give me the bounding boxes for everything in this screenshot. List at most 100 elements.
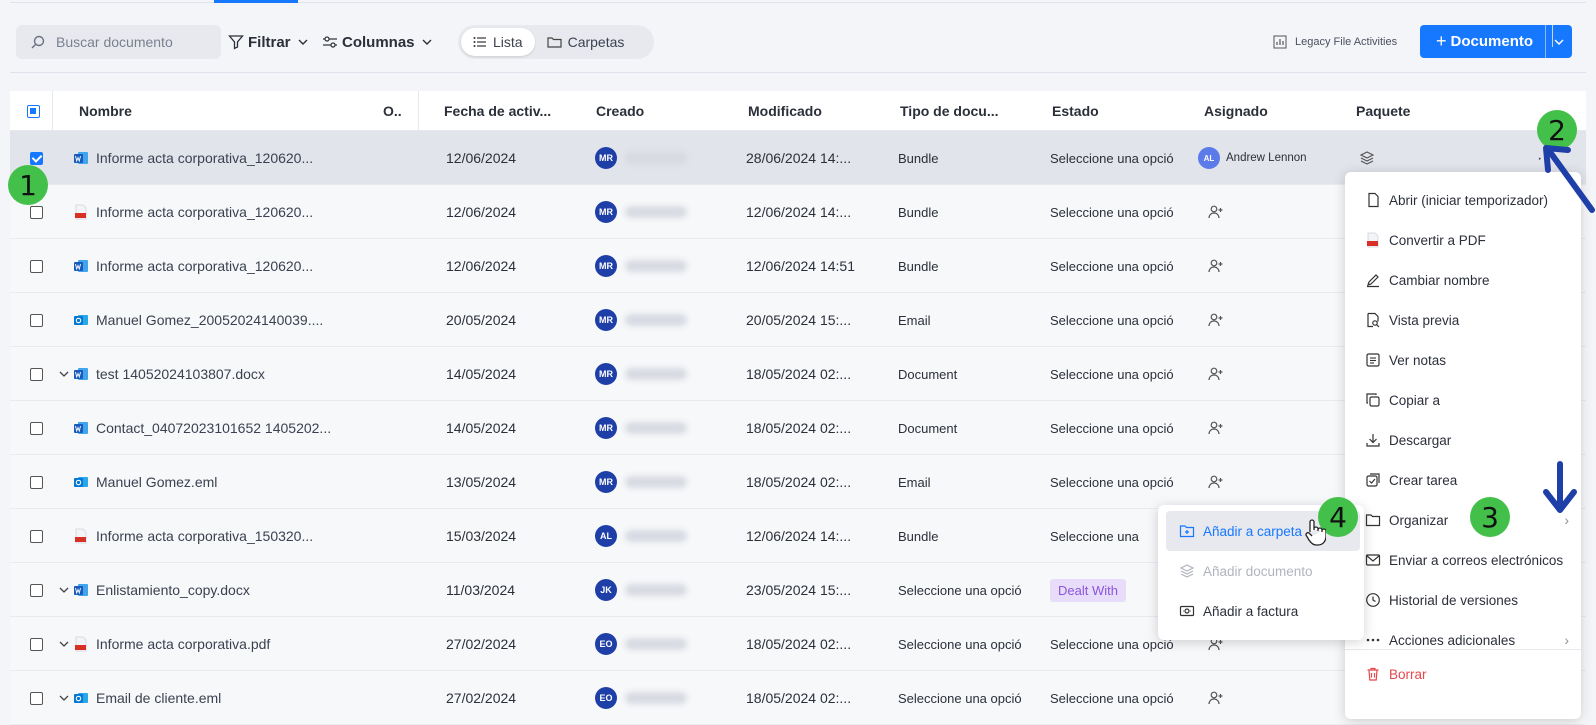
name-cell[interactable]: Informe acta corporativa_150320... — [72, 509, 313, 563]
select-all-checkbox[interactable] — [27, 91, 40, 131]
assign-user-icon[interactable] — [1208, 204, 1224, 220]
menu-item-label: Cambiar nombre — [1389, 272, 1490, 288]
context-menu-item[interactable]: Vista previa — [1345, 300, 1581, 340]
assign-cell[interactable] — [1208, 293, 1224, 347]
row-checkbox[interactable] — [30, 239, 43, 293]
menu-item-label: Copiar a — [1389, 392, 1441, 408]
assign-cell[interactable] — [1208, 455, 1224, 509]
row-checkbox[interactable] — [30, 671, 43, 725]
assign-user-icon[interactable] — [1208, 312, 1224, 328]
status-select[interactable]: Seleccione una opció — [1050, 239, 1174, 293]
context-menu-item[interactable]: Historial de versiones — [1345, 580, 1581, 620]
header-created[interactable]: Creado — [596, 91, 644, 131]
status-select[interactable]: Seleccione una opció — [1050, 347, 1174, 401]
header-name[interactable]: Nombre — [79, 91, 132, 131]
header-assigned[interactable]: Asignado — [1204, 91, 1268, 131]
doc-type[interactable]: Seleccione una opció — [898, 563, 1022, 617]
assign-user-icon[interactable] — [1208, 420, 1224, 436]
doc-type[interactable]: Seleccione una opció — [898, 617, 1022, 671]
row-checkbox[interactable] — [30, 455, 43, 509]
status-select[interactable]: Seleccione una opció — [1050, 671, 1174, 725]
status-select[interactable]: Seleccione una opció — [1050, 131, 1174, 185]
doc-type[interactable]: Bundle — [898, 239, 938, 293]
columns-label: Columnas — [342, 33, 415, 51]
name-cell[interactable]: Manuel Gomez_20052024140039.... — [72, 293, 323, 347]
search-input[interactable] — [56, 34, 206, 50]
header-o[interactable]: O.. — [383, 91, 402, 131]
context-menu-item[interactable]: Cambiar nombre — [1345, 260, 1581, 300]
chevron-down-icon[interactable] — [59, 617, 69, 671]
filter-button[interactable]: Filtrar — [228, 25, 309, 59]
row-checkbox[interactable] — [30, 347, 43, 401]
view-folders-option[interactable]: Carpetas — [535, 28, 637, 56]
assign-cell[interactable] — [1208, 239, 1224, 293]
doc-type[interactable]: Seleccione una opció — [898, 671, 1022, 725]
view-list-option[interactable]: Lista — [461, 28, 535, 56]
pdf-icon — [72, 203, 90, 221]
name-cell[interactable]: Manuel Gomez.eml — [72, 455, 217, 509]
doc-type[interactable]: Document — [898, 347, 957, 401]
assign-user-icon[interactable] — [1208, 366, 1224, 382]
columns-button[interactable]: Columnas — [322, 25, 433, 59]
assign-cell[interactable] — [1208, 347, 1224, 401]
name-cell[interactable]: Email de cliente.eml — [72, 671, 221, 725]
status-select[interactable]: Seleccione una opció — [1050, 401, 1174, 455]
context-menu-item[interactable]: Enviar a correos electrónicos — [1345, 540, 1581, 580]
legacy-activities-link[interactable]: Legacy File Activities — [1273, 25, 1397, 59]
header-modified[interactable]: Modificado — [748, 91, 822, 131]
header-status[interactable]: Estado — [1052, 91, 1099, 131]
status-select[interactable]: Seleccione una opció — [1050, 617, 1174, 671]
new-document-button[interactable]: + Documento — [1420, 25, 1572, 58]
submenu-item[interactable]: Añadir a factura — [1166, 591, 1360, 631]
context-menu-item[interactable]: Ver notas — [1345, 340, 1581, 380]
context-menu-item[interactable]: Copiar a — [1345, 380, 1581, 420]
submenu-item-label: Añadir a factura — [1203, 603, 1299, 619]
search-box[interactable] — [16, 25, 221, 59]
context-menu-item[interactable]: Convertir a PDF — [1345, 220, 1581, 260]
header-package[interactable]: Paquete — [1356, 91, 1410, 131]
doc-type[interactable]: Bundle — [898, 131, 938, 185]
chevron-down-icon[interactable] — [59, 671, 69, 725]
row-checkbox[interactable] — [30, 563, 43, 617]
name-cell[interactable]: Informe acta corporativa_120620... — [72, 239, 313, 293]
name-cell[interactable]: test 14052024103807.docx — [72, 347, 265, 401]
row-checkbox[interactable] — [30, 509, 43, 563]
activity-date: 20/05/2024 — [446, 312, 517, 328]
context-menu-item[interactable]: Borrar — [1345, 654, 1581, 694]
header-activity-date[interactable]: Fecha de activ... — [444, 91, 551, 131]
doc-type[interactable]: Email — [898, 455, 931, 509]
chevron-down-icon[interactable] — [59, 563, 69, 617]
status-select[interactable]: Seleccione una opció — [1050, 185, 1174, 239]
activity-date: 11/03/2024 — [446, 582, 516, 598]
context-menu-item[interactable]: Descargar — [1345, 420, 1581, 460]
assign-user-icon[interactable] — [1208, 690, 1224, 706]
status-cell[interactable]: Dealt With — [1050, 563, 1126, 617]
assign-cell[interactable] — [1208, 401, 1224, 455]
doc-type[interactable]: Bundle — [898, 509, 938, 563]
doc-type[interactable]: Document — [898, 401, 957, 455]
assign-cell[interactable] — [1208, 185, 1224, 239]
status-select[interactable]: Seleccione una opció — [1050, 293, 1174, 347]
assign-cell[interactable] — [1208, 671, 1224, 725]
header-doc-type[interactable]: Tipo de docu... — [900, 91, 999, 131]
outlook-icon — [72, 473, 90, 491]
new-document-main[interactable]: + Documento — [1420, 25, 1546, 58]
name-cell[interactable]: Informe acta corporativa_120620... — [72, 131, 313, 185]
name-cell[interactable]: Contact_04072023101652 1405202... — [72, 401, 331, 455]
chevron-down-icon[interactable] — [59, 347, 69, 401]
new-document-dropdown[interactable] — [1546, 36, 1572, 48]
name-cell[interactable]: Informe acta corporativa.pdf — [72, 617, 270, 671]
row-checkbox[interactable] — [30, 293, 43, 347]
row-checkbox[interactable] — [30, 617, 43, 671]
row-checkbox[interactable] — [30, 401, 43, 455]
assign-user-icon[interactable] — [1208, 258, 1224, 274]
view-folders-label: Carpetas — [567, 34, 625, 50]
assigned-cell[interactable]: AL Andrew Lennon — [1198, 131, 1307, 185]
doc-type[interactable]: Email — [898, 293, 931, 347]
name-cell[interactable]: Enlistamiento_copy.docx — [72, 563, 250, 617]
status-select[interactable]: Seleccione una opció — [1050, 455, 1174, 509]
assign-user-icon[interactable] — [1208, 474, 1224, 490]
doc-type[interactable]: Bundle — [898, 185, 938, 239]
status-select[interactable]: Seleccione una — [1050, 509, 1139, 563]
name-cell[interactable]: Informe acta corporativa_120620... — [72, 185, 313, 239]
